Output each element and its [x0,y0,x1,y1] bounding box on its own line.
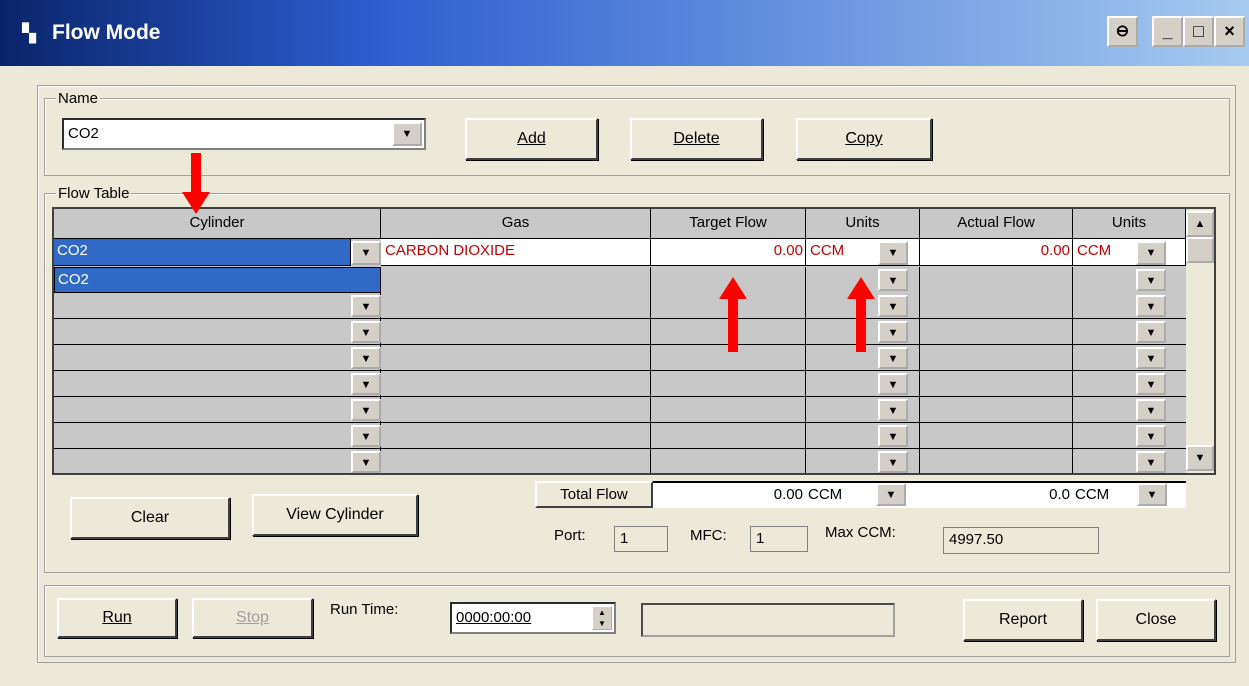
delete-button[interactable]: Delete [630,118,763,160]
flow-table: Cylinder Gas Target Flow Units Actual Fl… [52,207,1216,475]
annotation-arrow-shaft [856,298,866,352]
chevron-down-icon[interactable]: ▼ [351,295,381,317]
spinner-icon[interactable]: ▲ ▼ [592,606,612,630]
chevron-down-icon[interactable]: ▼ [876,483,906,506]
minimize-button[interactable]: _ [1152,16,1183,47]
chevron-down-icon[interactable]: ▼ [878,451,908,473]
window-title: Flow Mode [52,21,161,44]
chevron-down-icon[interactable]: ▼ [1136,373,1166,395]
header-units[interactable]: Units [806,209,920,239]
header-gas[interactable]: Gas [381,209,651,239]
mfc-label: MFC: [690,527,727,544]
restore-icon[interactable]: ⊖ [1107,16,1138,47]
flow-mode-window: ▚ Flow Mode ⊖ _ □ × Name CO2 ▼ Add Delet… [0,0,1249,686]
chevron-down-icon[interactable]: ▼ [351,241,381,265]
app-icon: ▚ [22,23,36,43]
units2-cell[interactable]: CCM [1073,239,1186,266]
annotation-arrow-up-icon [847,277,875,299]
chevron-down-icon[interactable]: ▼ [878,269,908,291]
chevron-down-icon[interactable]: ▼ [351,373,381,395]
add-button[interactable]: Add [465,118,598,160]
report-button[interactable]: Report [963,599,1083,641]
chevron-down-icon[interactable]: ▼ [1137,483,1167,506]
view-cylinder-button[interactable]: View Cylinder [252,494,418,536]
port-label: Port: [554,527,586,544]
chevron-down-icon[interactable]: ▼ [1136,269,1166,291]
scroll-thumb[interactable] [1186,237,1214,263]
header-cylinder[interactable]: Cylinder [54,209,381,239]
chevron-down-icon[interactable]: ▼ [1136,425,1166,447]
stop-button[interactable]: Stop [192,598,313,638]
title-bar[interactable]: ▚ Flow Mode ⊖ _ □ × [0,0,1249,66]
total-actual-value: 0.0 [919,481,1072,508]
chevron-down-icon[interactable]: ▼ [878,321,908,343]
run-time-input[interactable]: 0000:00:00 ▲ ▼ [450,602,616,634]
total-actual-units[interactable]: CCM [1072,481,1186,508]
clear-button[interactable]: Clear [70,497,230,539]
chevron-down-icon[interactable]: ▼ [878,373,908,395]
chevron-down-icon[interactable]: ▼ [392,122,422,146]
total-flow-value: 0.00 [653,481,805,508]
name-select-value: CO2 [68,125,99,142]
chevron-down-icon[interactable]: ▼ [1136,399,1166,421]
header-units-2[interactable]: Units [1073,209,1186,239]
vertical-scrollbar[interactable]: ▲ ▼ [1186,209,1214,473]
chevron-down-icon[interactable]: ▼ [878,399,908,421]
progress-bar [641,603,895,637]
flow-table-label: Flow Table [56,185,132,202]
maximize-button[interactable]: □ [1183,16,1214,47]
scroll-down-icon[interactable]: ▼ [1186,445,1214,471]
chevron-down-icon[interactable]: ▼ [878,241,908,265]
chevron-down-icon[interactable]: ▼ [1136,295,1166,317]
chevron-down-icon[interactable]: ▼ [351,425,381,447]
col-divider [650,267,651,473]
close-button[interactable]: Close [1096,599,1216,641]
cylinder-dropdown-option[interactable]: CO2 [54,267,381,293]
scroll-up-icon[interactable]: ▲ [1186,211,1214,237]
run-button[interactable]: Run [57,598,177,638]
chevron-down-icon[interactable]: ▼ [351,347,381,369]
chevron-down-icon[interactable]: ▼ [351,451,381,473]
close-window-button[interactable]: × [1214,16,1245,47]
chevron-down-icon[interactable]: ▼ [1136,241,1166,265]
chevron-down-icon[interactable]: ▼ [878,347,908,369]
chevron-down-icon[interactable]: ▼ [878,425,908,447]
name-group-label: Name [56,90,101,107]
target-flow-cell[interactable]: 0.00 [651,239,806,266]
chevron-down-icon[interactable]: ▼ [878,295,908,317]
total-flow-label: Total Flow [535,481,653,508]
chevron-down-icon[interactable]: ▼ [1136,451,1166,473]
chevron-down-icon[interactable]: ▼ [1136,347,1166,369]
run-time-label: Run Time: [330,601,399,618]
chevron-down-icon[interactable]: ▼ [351,399,381,421]
annotation-arrow-shaft [191,153,201,193]
annotation-arrow-down-icon [182,192,210,214]
max-ccm-label: Max CCM: [825,524,896,541]
header-actual-flow[interactable]: Actual Flow [920,209,1073,239]
empty-rows [54,267,1186,473]
annotation-arrow-up-icon [719,277,747,299]
col-divider [919,267,920,473]
row-lines [54,293,1186,473]
annotation-arrow-shaft [728,298,738,352]
port-value: 1 [614,526,668,552]
gas-cell: CARBON DIOXIDE [381,239,651,266]
col-divider [805,267,806,473]
cylinder-cell[interactable]: CO2 [54,239,351,266]
run-time-value: 0000:00:00 [456,609,532,626]
max-ccm-value: 4997.50 [943,527,1099,554]
actual-flow-cell: 0.00 [920,239,1073,266]
mfc-value: 1 [750,526,808,552]
col-divider [1072,267,1073,473]
copy-button[interactable]: Copy [796,118,932,160]
chevron-down-icon[interactable]: ▼ [1136,321,1166,343]
chevron-down-icon[interactable]: ▼ [351,321,381,343]
name-select[interactable]: CO2 ▼ [62,118,426,150]
header-target-flow[interactable]: Target Flow [651,209,806,239]
